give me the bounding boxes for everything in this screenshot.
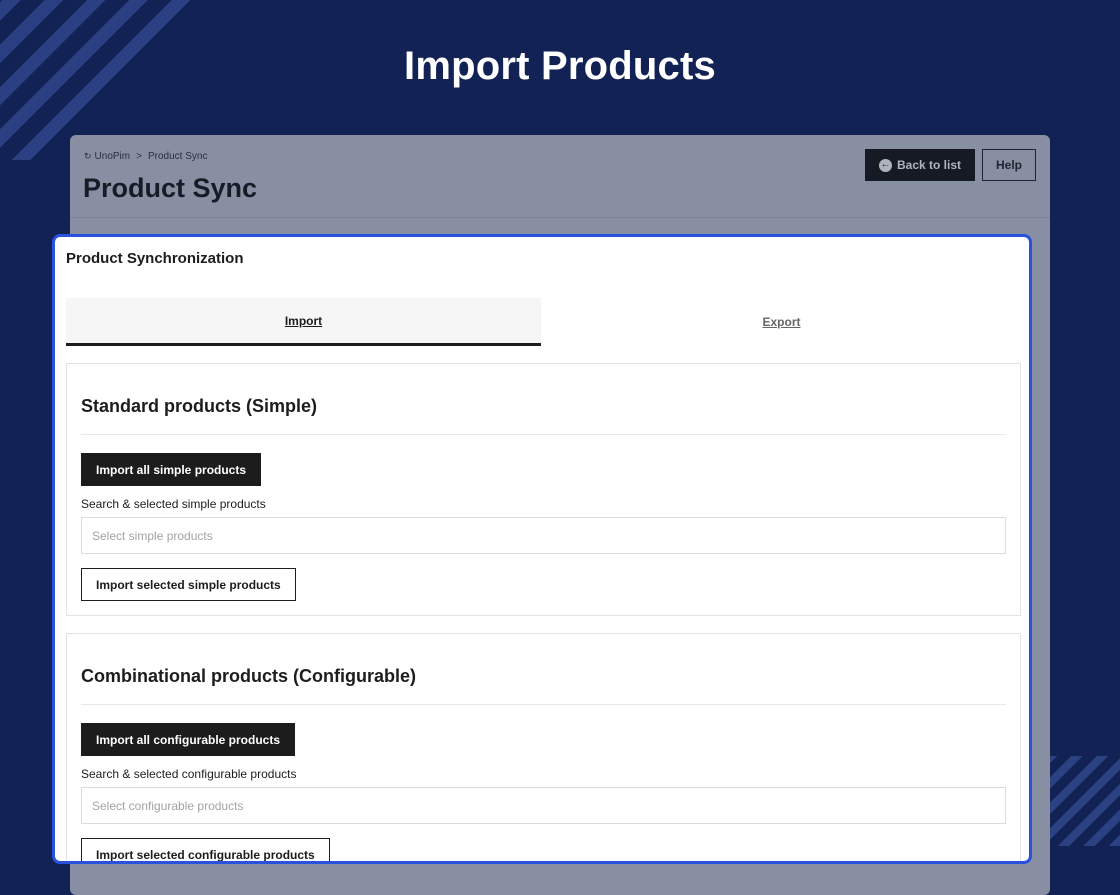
- configurable-products-select[interactable]: [81, 787, 1006, 824]
- help-button[interactable]: Help: [982, 149, 1036, 181]
- breadcrumb: ↻ UnoPim > Product Sync: [84, 151, 207, 162]
- decorative-stripes-bottom-right: [1048, 756, 1120, 846]
- import-all-simple-button[interactable]: Import all simple products: [81, 453, 262, 486]
- sync-tabs: Import Export: [66, 298, 1021, 346]
- configurable-search-label: Search & selected configurable products: [81, 767, 297, 781]
- tab-import[interactable]: Import: [66, 298, 541, 346]
- breadcrumb-separator: >: [136, 151, 142, 162]
- unopim-logo-icon: ↻: [84, 151, 92, 161]
- breadcrumb-current: Product Sync: [147, 151, 208, 162]
- section-divider: [81, 704, 1006, 705]
- configurable-section-title: Combinational products (Configurable): [81, 666, 416, 686]
- import-selected-configurable-button[interactable]: Import selected configurable products: [81, 838, 330, 861]
- import-selected-simple-button[interactable]: Import selected simple products: [81, 568, 296, 601]
- section-divider: [81, 434, 1006, 435]
- hero-title: Import Products: [404, 44, 716, 88]
- simple-section-title: Standard products (Simple): [81, 396, 318, 416]
- simple-products-select[interactable]: [81, 517, 1006, 554]
- arrow-left-circle-icon: ←: [878, 158, 892, 172]
- page-title: Product Sync: [83, 173, 258, 203]
- simple-search-label: Search & selected simple products: [81, 497, 266, 511]
- back-to-list-label: Back to list: [896, 158, 962, 172]
- tab-export[interactable]: Export: [544, 298, 1019, 346]
- card-title: Product Synchronization: [66, 250, 244, 267]
- breadcrumb-root[interactable]: UnoPim: [95, 151, 131, 162]
- simple-products-section: Standard products (Simple) Import all si…: [66, 363, 1021, 616]
- back-to-list-button[interactable]: ← Back to list: [865, 149, 975, 181]
- app-header: ↻ UnoPim > Product Sync Product Sync ← Back…: [70, 135, 1050, 218]
- configurable-products-section: Combinational products (Configurable) Im…: [66, 633, 1021, 861]
- import-all-configurable-button[interactable]: Import all configurable products: [81, 723, 296, 756]
- product-sync-card: Product Synchronization Import Export St…: [52, 234, 1032, 864]
